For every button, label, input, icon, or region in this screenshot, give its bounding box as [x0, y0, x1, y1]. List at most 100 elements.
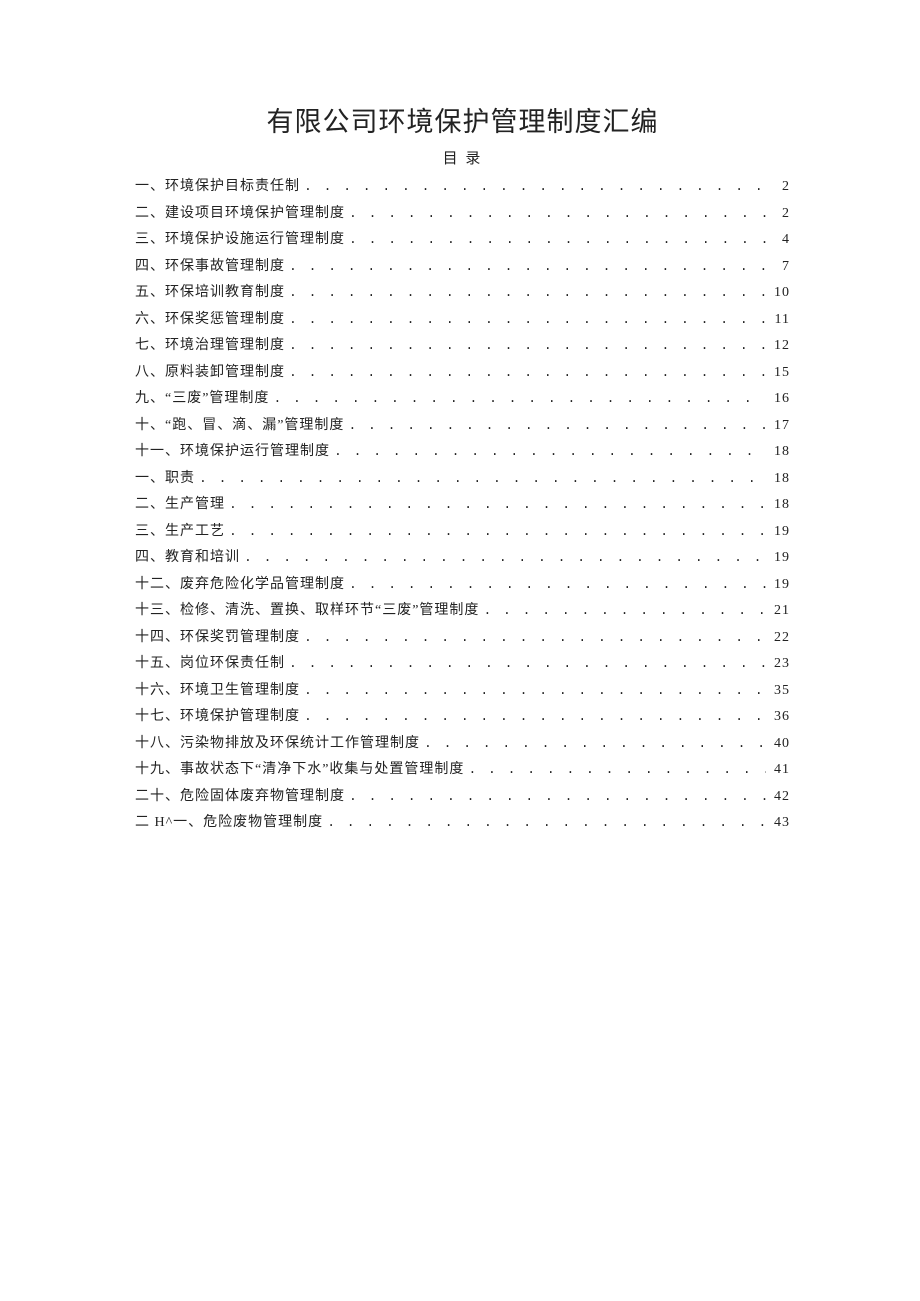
toc-leader-dots: [289, 657, 766, 670]
toc-entry-label: 十一、环境保护运行管理制度: [135, 445, 330, 459]
toc-entry: 十八、污染物排放及环保统计工作管理制度 40: [135, 737, 790, 751]
toc-entry-page: 43: [770, 816, 790, 830]
toc-entry-page: 19: [770, 578, 790, 592]
toc-leader-dots: [229, 498, 766, 511]
toc-leader-dots: [289, 313, 766, 326]
toc-entry: 十、“跑、冒、滴、漏”管理制度 17: [135, 419, 790, 433]
toc-entry-label: 五、环保培训教育制度: [135, 286, 285, 300]
toc-leader-dots: [289, 260, 766, 273]
toc-entry-page: 18: [770, 498, 790, 512]
toc-entry-label: 一、环境保护目标责任制: [135, 180, 300, 194]
toc-leader-dots: [304, 631, 766, 644]
toc-entry-label: 四、教育和培训: [135, 551, 240, 565]
toc-entry: 八、原料装卸管理制度 15: [135, 366, 790, 380]
table-of-contents: 一、环境保护目标责任制 2 二、建设项目环境保护管理制度 2 三、环境保护设施运行管理制…: [135, 180, 790, 830]
toc-leader-dots: [349, 207, 766, 220]
toc-entry-page: 35: [770, 684, 790, 698]
toc-leader-dots: [349, 578, 766, 591]
toc-entry-label: 三、环境保护设施运行管理制度: [135, 233, 345, 247]
toc-entry-label: 十五、岗位环保责任制: [135, 657, 285, 671]
toc-leader-dots: [349, 790, 766, 803]
toc-entry: 十九、事故状态下“清净下水”收集与处置管理制度 41: [135, 763, 790, 777]
toc-leader-dots: [483, 604, 766, 617]
toc-entry: 十三、检修、清洗、置换、取样环节“三废”管理制度 21: [135, 604, 790, 618]
toc-entry: 十四、环保奖罚管理制度 22: [135, 631, 790, 645]
toc-entry: 十二、废弃危险化学品管理制度 19: [135, 578, 790, 592]
toc-entry: 二、建设项目环境保护管理制度 2: [135, 207, 790, 221]
toc-entry: 四、教育和培训 19: [135, 551, 790, 565]
toc-leader-dots: [348, 419, 766, 432]
toc-entry-page: 15: [770, 366, 790, 380]
toc-entry-page: 40: [770, 737, 790, 751]
toc-entry-label: 七、环境治理管理制度: [135, 339, 285, 353]
toc-leader-dots: [304, 180, 766, 193]
toc-entry-page: 21: [770, 604, 790, 618]
toc-leader-dots: [244, 551, 766, 564]
toc-entry-page: 18: [770, 445, 790, 459]
toc-entry-label: 十九、事故状态下“清净下水”收集与处置管理制度: [135, 763, 464, 777]
toc-entry: 三、生产工艺 19: [135, 525, 790, 539]
toc-leader-dots: [199, 472, 766, 485]
toc-entry: 二十、危险固体废弃物管理制度 42: [135, 790, 790, 804]
toc-entry-label: 十三、检修、清洗、置换、取样环节“三废”管理制度: [135, 604, 479, 618]
toc-leader-dots: [349, 233, 766, 246]
toc-entry: 五、环保培训教育制度 10: [135, 286, 790, 300]
toc-entry: 十七、环境保护管理制度 36: [135, 710, 790, 724]
toc-entry-page: 12: [770, 339, 790, 353]
toc-entry: 十一、环境保护运行管理制度 18: [135, 445, 790, 459]
toc-entry-label: 八、原料装卸管理制度: [135, 366, 285, 380]
toc-entry-label: 三、生产工艺: [135, 525, 225, 539]
toc-leader-dots: [327, 816, 766, 829]
toc-entry-page: 2: [770, 180, 790, 194]
toc-entry: 一、环境保护目标责任制 2: [135, 180, 790, 194]
toc-entry-label: 十六、环境卫生管理制度: [135, 684, 300, 698]
toc-entry: 七、环境治理管理制度 12: [135, 339, 790, 353]
toc-entry-label: 九、“三废”管理制度: [135, 392, 269, 406]
toc-entry-label: 十四、环保奖罚管理制度: [135, 631, 300, 645]
toc-leader-dots: [304, 710, 766, 723]
toc-entry-label: 四、环保事故管理制度: [135, 260, 285, 274]
toc-entry-page: 10: [770, 286, 790, 300]
toc-entry-page: 16: [770, 392, 790, 406]
toc-entry-label: 十七、环境保护管理制度: [135, 710, 300, 724]
toc-entry-page: 7: [770, 260, 790, 274]
toc-entry: 一、职责18: [135, 472, 790, 486]
toc-entry-label: 十二、废弃危险化学品管理制度: [135, 578, 345, 592]
toc-entry-page: 18: [770, 472, 790, 486]
toc-entry-page: 42: [770, 790, 790, 804]
toc-entry-label: 二 H^一、危险废物管理制度: [135, 816, 323, 830]
toc-entry: 十六、环境卫生管理制度 35: [135, 684, 790, 698]
toc-entry-label: 十八、污染物排放及环保统计工作管理制度: [135, 737, 420, 751]
toc-entry-page: 4: [770, 233, 790, 247]
toc-entry-label: 二、建设项目环境保护管理制度: [135, 207, 345, 221]
toc-entry: 十五、岗位环保责任制 23: [135, 657, 790, 671]
toc-leader-dots: [273, 392, 766, 405]
toc-leader-dots: [468, 763, 766, 776]
toc-leader-dots: [289, 286, 766, 299]
toc-entry: 三、环境保护设施运行管理制度 4: [135, 233, 790, 247]
toc-entry-page: 36: [770, 710, 790, 724]
document-title: 有限公司环境保护管理制度汇编: [135, 100, 790, 139]
toc-leader-dots: [304, 684, 766, 697]
toc-entry-page: 2: [770, 207, 790, 221]
toc-entry: 二、生产管理 18: [135, 498, 790, 512]
toc-entry-label: 六、环保奖惩管理制度: [135, 313, 285, 327]
toc-entry-page: 19: [770, 551, 790, 565]
toc-entry-page: 19: [770, 525, 790, 539]
toc-leader-dots: [289, 366, 766, 379]
toc-leader-dots: [334, 445, 766, 458]
toc-entry: 九、“三废”管理制度 16: [135, 392, 790, 406]
toc-entry: 二 H^一、危险废物管理制度 43: [135, 816, 790, 830]
toc-entry-label: 二十、危险固体废弃物管理制度: [135, 790, 345, 804]
toc-entry: 四、环保事故管理制度 7: [135, 260, 790, 274]
toc-entry-page: 11: [770, 313, 790, 327]
toc-entry-page: 23: [770, 657, 790, 671]
toc-entry-page: 17: [770, 419, 790, 433]
toc-entry-label: 十、“跑、冒、滴、漏”管理制度: [135, 419, 344, 433]
toc-entry-page: 22: [770, 631, 790, 645]
toc-entry-label: 二、生产管理: [135, 498, 225, 512]
toc-leader-dots: [424, 737, 766, 750]
toc-leader-dots: [289, 339, 766, 352]
toc-entry: 六、环保奖惩管理制度 11: [135, 313, 790, 327]
toc-entry-page: 41: [770, 763, 790, 777]
